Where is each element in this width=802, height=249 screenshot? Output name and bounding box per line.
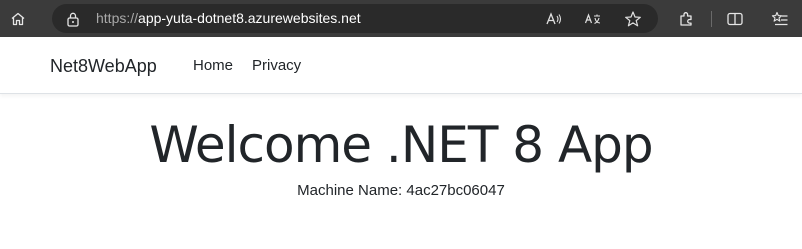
nav-link-privacy[interactable]: Privacy <box>252 37 301 93</box>
url-host: app-yuta-dotnet8.azurewebsites.net <box>138 10 361 26</box>
address-url[interactable]: https://app-yuta-dotnet8.azurewebsites.n… <box>96 4 361 33</box>
lock-icon[interactable] <box>66 4 80 33</box>
browser-toolbar: https://app-yuta-dotnet8.azurewebsites.n… <box>0 0 802 37</box>
favorites-list-icon[interactable] <box>765 0 795 37</box>
page-heading: Welcome .NET 8 App <box>149 116 653 174</box>
translate-icon[interactable] <box>579 4 607 33</box>
read-aloud-icon[interactable] <box>540 4 568 33</box>
url-scheme: https:// <box>96 10 139 26</box>
home-icon[interactable] <box>3 0 33 37</box>
machine-name-text: Machine Name: 4ac27bc06047 <box>297 182 505 199</box>
address-bar[interactable]: https://app-yuta-dotnet8.azurewebsites.n… <box>52 4 658 33</box>
extensions-icon[interactable] <box>671 0 701 37</box>
split-screen-icon[interactable] <box>720 0 750 37</box>
site-navbar: Net8WebApp Home Privacy <box>0 37 802 94</box>
favorite-star-icon[interactable] <box>619 4 647 33</box>
navbar-brand[interactable]: Net8WebApp <box>50 37 157 93</box>
toolbar-divider <box>711 11 712 27</box>
nav-link-home[interactable]: Home <box>193 37 233 93</box>
